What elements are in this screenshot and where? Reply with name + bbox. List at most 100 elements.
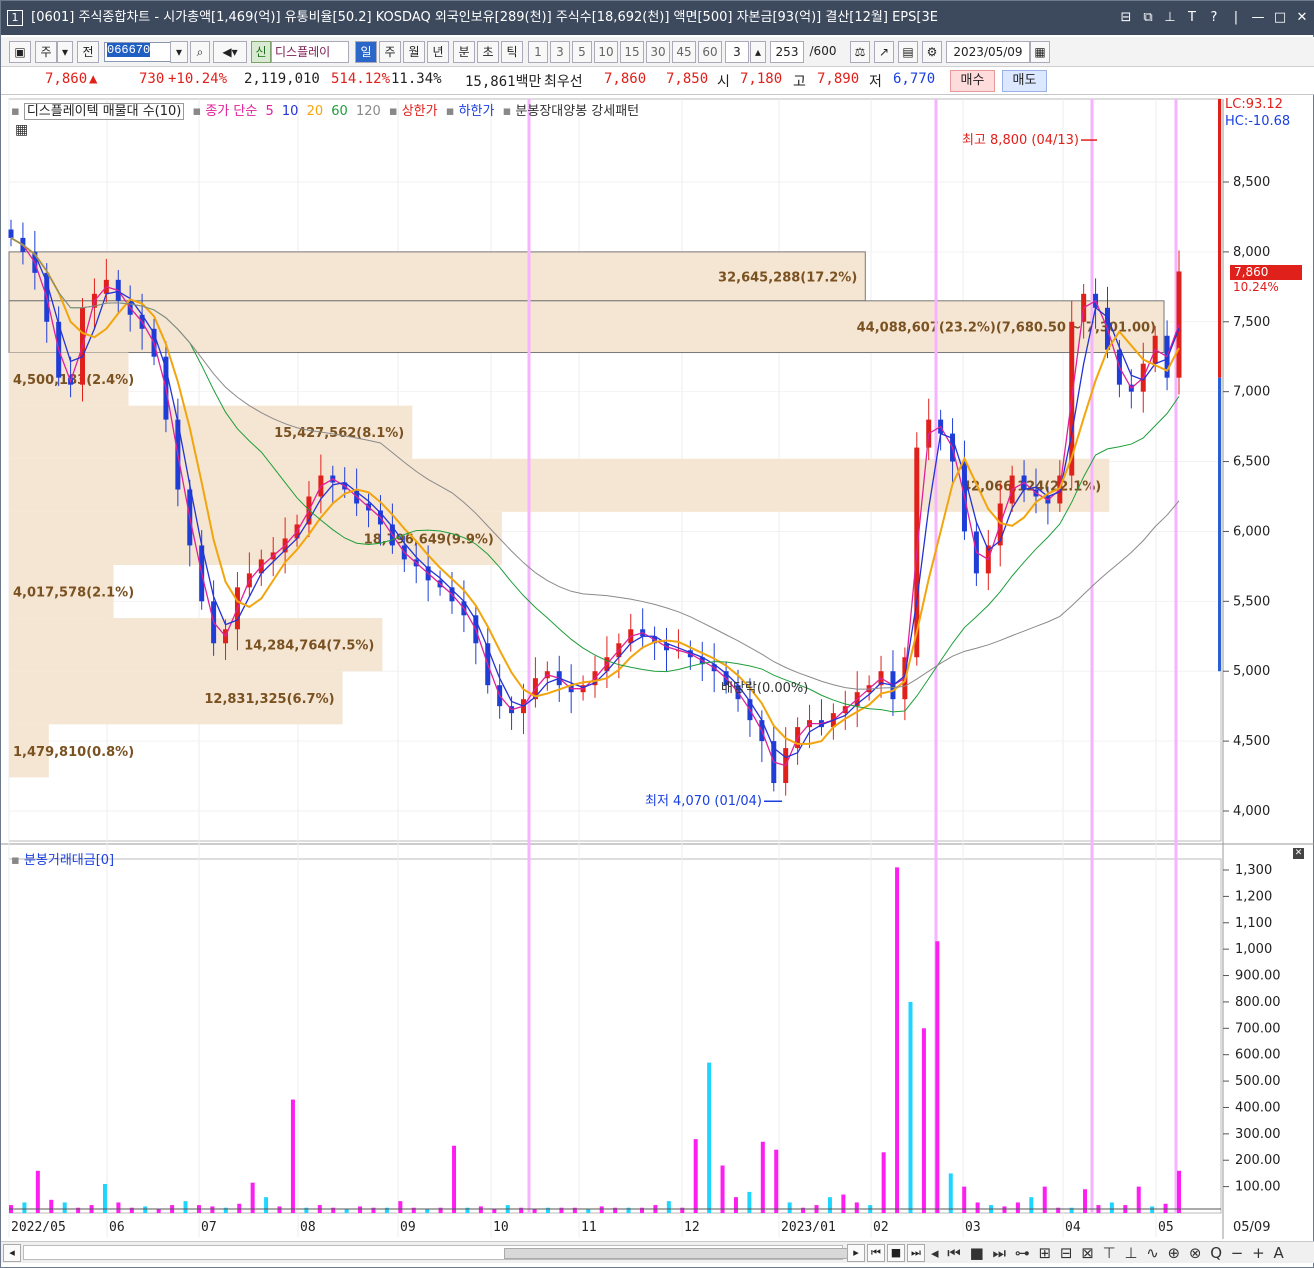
interval-5[interactable]: 5: [572, 41, 592, 63]
fast-forward-icon[interactable]: ⏭: [907, 1244, 925, 1262]
sound-icon[interactable]: ◀▾: [213, 41, 247, 63]
buy-button[interactable]: 매수: [950, 70, 995, 92]
interval-1[interactable]: 1: [528, 41, 548, 63]
minimize-icon[interactable]: —: [1251, 1, 1265, 35]
period-minute[interactable]: 분: [453, 41, 475, 63]
drawing-icon[interactable]: ↗: [874, 41, 894, 63]
volume-bar: [22, 1202, 27, 1213]
interval-45[interactable]: 45: [672, 41, 696, 63]
volume-bar: [935, 941, 940, 1213]
interval-60[interactable]: 60: [698, 41, 722, 63]
candle-body: [8, 229, 14, 238]
period-tick[interactable]: 틱: [501, 41, 523, 63]
title-bar: 1 [0601] 주식종합차트 - 시가총액[1,469(억)] 유통비율[50…: [1, 1, 1314, 35]
legend-ma10: 10: [281, 104, 299, 119]
scroll-right-icon[interactable]: ▸: [847, 1244, 865, 1262]
help-icon[interactable]: ?: [1207, 1, 1221, 35]
interval-30[interactable]: 30: [646, 41, 670, 63]
quote-bar: 7,860 ▲ 730 +10.24% 2,119,010 514.12% 11…: [1, 67, 1314, 95]
vol-tick-label: 100.00: [1235, 1180, 1281, 1195]
volume-bar: [116, 1202, 121, 1213]
stop-icon[interactable]: ■: [887, 1244, 905, 1262]
price-change: 730: [139, 71, 165, 87]
mode-button-all[interactable]: 전: [77, 41, 99, 63]
period-second[interactable]: 초: [477, 41, 499, 63]
legend-upper-limit[interactable]: 상한가: [402, 104, 438, 119]
dividend-annotation: 배당락(0.00%): [721, 681, 808, 696]
volume-bar: [680, 1207, 685, 1213]
window-menu-icon[interactable]: ▣: [9, 41, 31, 63]
period-month[interactable]: 월: [403, 41, 425, 63]
bar-count-input[interactable]: 253: [770, 41, 804, 63]
period-day[interactable]: 일: [355, 41, 377, 63]
window-number: 1: [7, 10, 23, 26]
settings-icon[interactable]: ⚙: [922, 41, 942, 63]
volume-legend-label[interactable]: 분봉거래대금[0]: [24, 853, 114, 868]
x-tick-label: 04: [1065, 1220, 1081, 1235]
chart-tools[interactable]: ◂ ⏮ ■ ⏭ ⊶ ⊞ ⊟ ⊠ ⊤ ⊥ ∿ ⊕ ⊗ Q − + A: [931, 1244, 1286, 1262]
sell-button[interactable]: 매도: [1002, 70, 1047, 92]
legend-ma-label[interactable]: 종가 단순: [205, 104, 257, 119]
maximize-icon[interactable]: □: [1273, 1, 1287, 35]
scroll-left-icon[interactable]: ◂: [3, 1244, 21, 1262]
layout-icon[interactable]: ⊟: [1119, 1, 1133, 35]
close-icon[interactable]: ✕: [1295, 1, 1309, 35]
vol-tick-label: 900.00: [1235, 969, 1281, 984]
volume-bar: [733, 1197, 738, 1213]
mode-button-stock[interactable]: 주: [35, 41, 57, 63]
legend-volume-profile[interactable]: 디스플레이텍 매물대 수(10): [23, 103, 185, 120]
volume-bar: [747, 1191, 752, 1213]
low-annotation: 최저 4,070 (01/04): [645, 794, 762, 809]
volume-bar: [425, 1209, 430, 1213]
price-legend: ▪ 디스플레이텍 매물대 수(10) ▪ 종가 단순 5 10 20 60 120 …: [11, 100, 643, 120]
legend-pattern[interactable]: 분봉장대양봉 강세패턴: [515, 104, 639, 119]
calendar-icon[interactable]: ▦: [1030, 41, 1050, 63]
interval-custom-input[interactable]: 3: [725, 41, 749, 63]
interval-10[interactable]: 10: [594, 41, 618, 63]
price-chart[interactable]: 2022/05 06 07 08 09 10 11 12 2023/01 02 03 04 05 05/0…: [1, 96, 1314, 1241]
period-year[interactable]: 년: [427, 41, 449, 63]
up-arrow-icon: ▲: [89, 71, 98, 87]
volume-bar: [546, 1207, 551, 1213]
mode-dropdown-icon[interactable]: ▾: [57, 41, 73, 63]
volume-profile-label: 32,645,288(17.2%): [718, 270, 857, 285]
chart-scrollbar[interactable]: ◂ ▸ ⏮ ■ ⏭ ◂ ⏮ ■ ⏭ ⊶ ⊞ ⊟ ⊠ ⊤ ⊥ ∿ ⊕ ⊗ Q − …: [1, 1241, 1314, 1263]
search-icon[interactable]: ⌕: [190, 41, 210, 63]
current-change-pct: 10.24%: [1233, 280, 1279, 294]
restore-icon[interactable]: ⧉: [1141, 1, 1155, 35]
y-tick-label: 8,500: [1233, 175, 1270, 190]
x-tick-label: 08: [300, 1220, 316, 1235]
date-input[interactable]: 2023/05/09: [946, 41, 1030, 63]
y-tick-label: 5,500: [1233, 594, 1270, 609]
pin-icon[interactable]: ⊥: [1163, 1, 1177, 35]
volume-bar: [599, 1206, 604, 1213]
best-bid: 7,850: [666, 71, 709, 87]
high-annotation: 최고 8,800 (04/13): [962, 133, 1079, 148]
chart-type-icon[interactable]: ⚖: [850, 41, 870, 63]
text-icon[interactable]: T: [1185, 1, 1199, 35]
code-dropdown-icon[interactable]: ▾: [170, 41, 188, 63]
volume-bar: [559, 1207, 564, 1213]
interval-15[interactable]: 15: [620, 41, 644, 63]
period-week[interactable]: 주: [379, 41, 401, 63]
volume-bar: [921, 1028, 926, 1213]
vol-tick-label: 1,200: [1235, 889, 1272, 904]
vol-tick-label: 300.00: [1235, 1127, 1281, 1142]
grid-table-icon[interactable]: ▦: [15, 122, 28, 138]
vol-tick-label: 1,300: [1235, 863, 1272, 878]
scroll-track[interactable]: [23, 1245, 864, 1260]
volume-bar: [532, 1209, 537, 1213]
interval-3[interactable]: 3: [550, 41, 570, 63]
volume-bar: [384, 1207, 389, 1213]
rewind-icon[interactable]: ⏮: [867, 1244, 885, 1262]
volume-profile-label: 15,427,562(8.1%): [274, 426, 404, 441]
vol-tick-label: 500.00: [1235, 1074, 1281, 1089]
volume-bar: [707, 1062, 712, 1213]
interval-spin-icon[interactable]: ▴: [750, 41, 766, 63]
legend-lower-limit[interactable]: 하한가: [459, 104, 495, 119]
scroll-thumb[interactable]: [504, 1248, 864, 1259]
volume-bar: [371, 1207, 376, 1213]
x-tick-label: 2023/01: [781, 1220, 836, 1235]
panel-close-icon[interactable]: ✕: [1293, 848, 1304, 859]
save-icon[interactable]: ▤: [898, 41, 918, 63]
